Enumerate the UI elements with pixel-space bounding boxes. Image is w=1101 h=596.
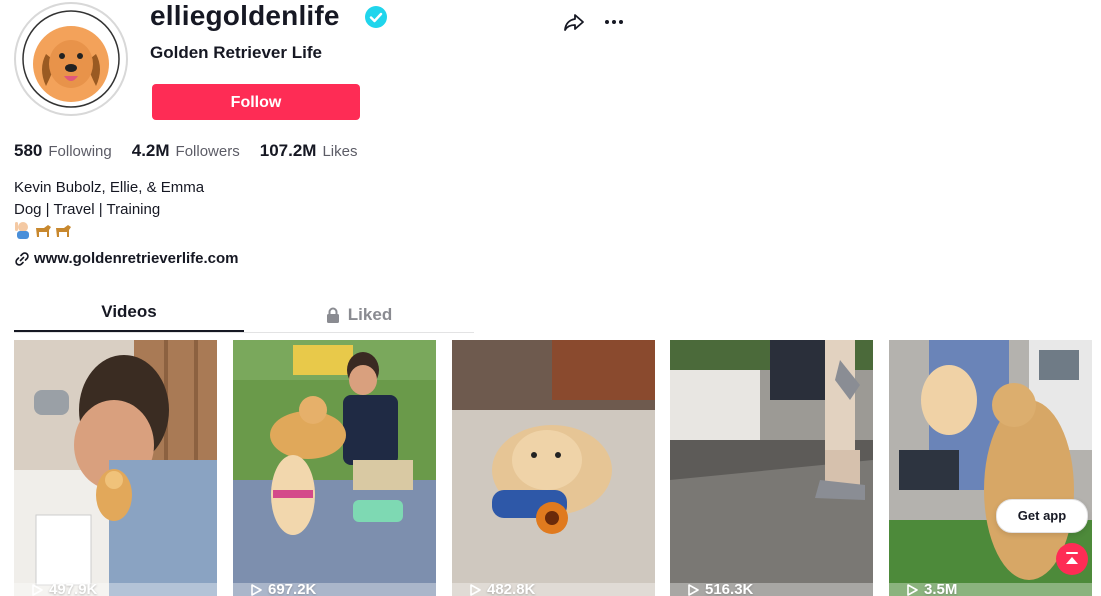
profile-stats: 580 Following 4.2M Followers 107.2M Likes [14,141,357,161]
person-dog-dog-emoji-icon [15,222,71,239]
video-card[interactable]: 516.3K [670,340,873,596]
video-thumbnail [233,340,436,596]
get-app-button[interactable]: Get app [996,499,1088,533]
profile-bio: Kevin Bubolz, Ellie, & Emma Dog | Travel… [14,177,204,221]
followers-label: Followers [175,143,240,160]
back-to-top-button[interactable] [1056,543,1088,575]
bio-line-2: Dog | Travel | Training [14,201,161,218]
tab-liked-label: Liked [347,305,393,324]
likes-count: 107.2M [259,141,317,160]
profile-link[interactable]: www.goldenretrieverlife.com [14,250,239,267]
verified-badge-icon [365,6,387,28]
bio-emojis [14,220,74,240]
stat-followers[interactable]: 4.2M Followers [132,141,240,161]
bottom-scroll-overlay [0,583,1101,596]
lock-icon [326,307,339,323]
golden-retriever-logo [17,5,125,113]
bio-line-1: Kevin Bubolz, Ellie, & Emma [14,179,205,196]
profile-username: elliegoldenlife [150,0,340,31]
stat-likes: 107.2M Likes [260,141,358,161]
following-count: 580 [14,141,43,160]
video-card[interactable]: 497.9K [14,340,217,596]
video-card[interactable]: 482.8K [452,340,655,596]
video-thumbnail [452,340,655,596]
likes-label: Likes [322,143,358,160]
profile-nickname: Golden Retriever Life [150,43,322,62]
link-icon [15,251,29,266]
video-thumbnail [14,340,217,596]
profile-link-text: www.goldenretrieverlife.com [34,250,239,267]
following-label: Following [48,143,112,160]
video-thumbnail [670,340,873,596]
share-icon[interactable] [562,10,586,34]
tab-videos[interactable]: Videos [14,298,244,332]
profile-avatar[interactable] [14,2,128,116]
followers-count: 4.2M [131,141,170,160]
video-card[interactable]: 697.2K [233,340,436,596]
more-options-icon[interactable] [602,10,626,34]
arrow-up-icon [1066,552,1078,564]
stat-following[interactable]: 580 Following [14,141,112,161]
follow-button[interactable]: Follow [152,84,360,120]
tab-liked[interactable]: Liked [244,298,474,332]
profile-tabs: Videos Liked [14,298,474,333]
